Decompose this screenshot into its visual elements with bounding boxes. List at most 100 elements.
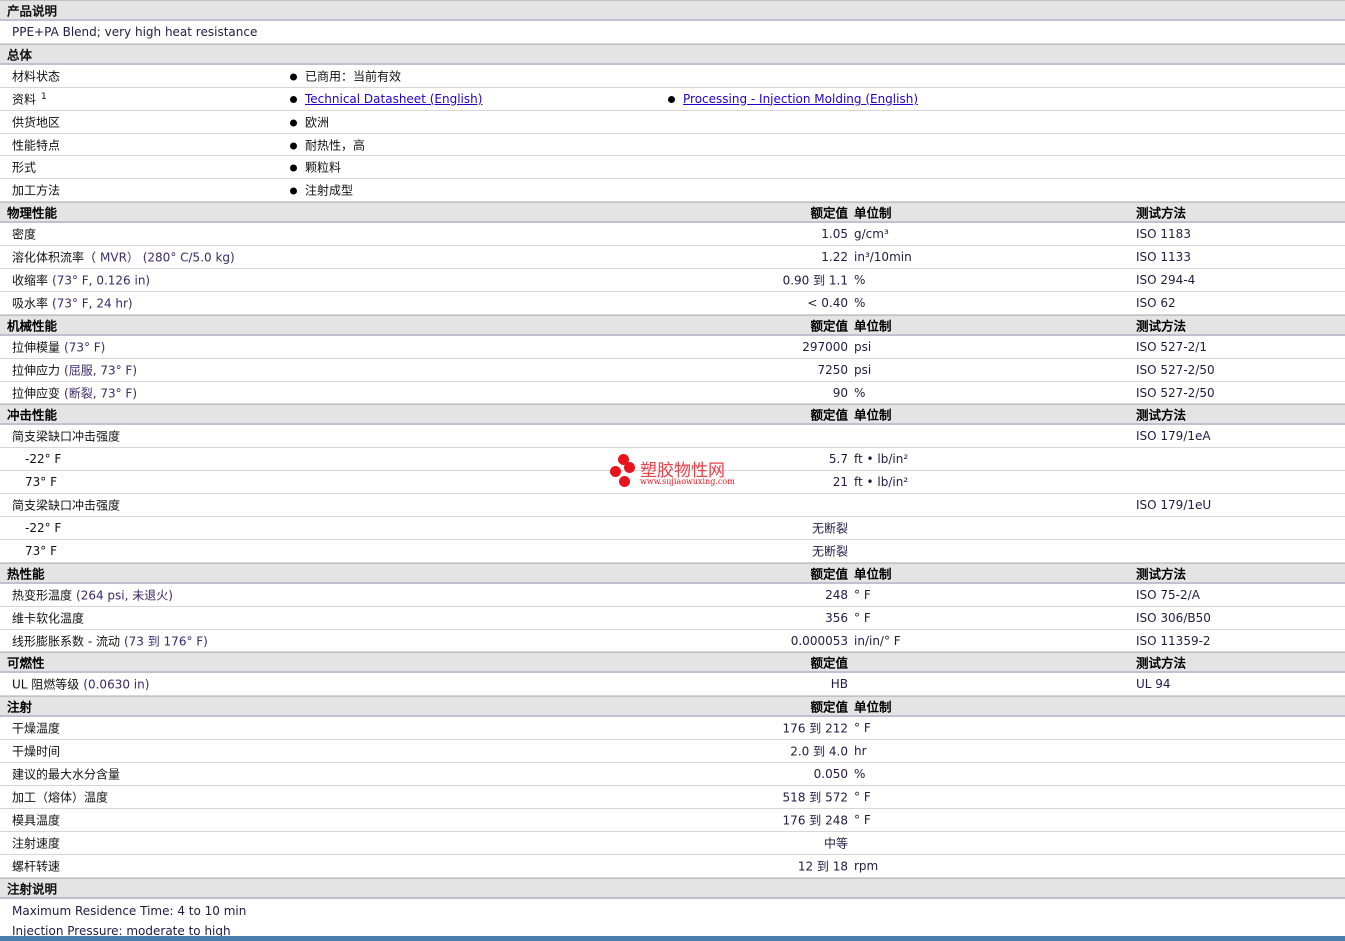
general-value: 已商用：当前有效 — [305, 69, 402, 84]
property-test-method: ISO 306/B50 — [1136, 610, 1211, 625]
general-item: 耐热性，高 — [290, 136, 365, 153]
property-unit: hr — [854, 744, 867, 759]
property-test-method: ISO 1133 — [1136, 250, 1191, 265]
bullet-icon — [668, 95, 675, 103]
property-unit: rpm — [854, 858, 879, 873]
section-header: 机械性能 额定值 单位制 测试方法 — [0, 314, 1345, 336]
section-header-general: 总体 — [0, 43, 1345, 65]
property-test-method: ISO 75-2/A — [1136, 587, 1200, 602]
property-value: 1.05 — [821, 227, 848, 242]
bullet-icon — [290, 73, 297, 81]
general-item[interactable]: Processing - Injection Molding (English) — [668, 92, 918, 106]
property-unit: ° F — [854, 587, 871, 602]
property-label: 密度 — [12, 227, 37, 242]
section-header: 可燃性 额定值 测试方法 — [0, 652, 1345, 674]
column-header-test-method: 测试方法 — [1136, 566, 1187, 582]
general-label: 材料状态 — [12, 69, 61, 84]
column-header-test-method: 测试方法 — [1136, 318, 1187, 334]
property-test-method: ISO 11359-2 — [1136, 633, 1211, 648]
property-label: -22° F — [25, 452, 62, 467]
section-header: 物理性能 额定值 单位制 测试方法 — [0, 202, 1345, 224]
property-value: 0.000053 — [790, 633, 848, 648]
general-item[interactable]: Technical Datasheet (English) — [290, 92, 482, 106]
document-link[interactable]: Processing - Injection Molding (English) — [683, 92, 918, 106]
property-unit: % — [854, 767, 866, 782]
property-test-method: ISO 179/1eA — [1136, 429, 1211, 444]
property-row: -22° F 无断裂 — [0, 517, 1345, 540]
general-row: 材料状态 已商用：当前有效 — [0, 65, 1345, 88]
bullet-icon — [290, 164, 297, 172]
property-value: 无断裂 — [811, 544, 848, 559]
property-label: 简支梁缺口冲击强度 — [12, 429, 121, 444]
property-name: 密度 — [12, 226, 36, 243]
description-text: PPE+PA Blend; very high heat resistance — [12, 24, 258, 39]
document-link[interactable]: Technical Datasheet (English) — [305, 92, 482, 106]
property-label: 维卡软化温度 — [12, 611, 85, 626]
property-row: 热变形温度 (264 psi, 未退火) 248 ° F ISO 75-2/A — [0, 584, 1345, 607]
section-title: 物理性能 — [7, 205, 58, 221]
column-header-test-method: 测试方法 — [1136, 205, 1187, 221]
property-row: 干燥温度 176 到 212 ° F — [0, 717, 1345, 741]
property-condition: (73° F) — [64, 340, 106, 355]
property-row: 拉伸应力 (屈服, 73° F) 7250 psi ISO 527-2/50 — [0, 359, 1345, 382]
property-name: 73° F — [25, 544, 57, 558]
column-header-test-method: 测试方法 — [1136, 655, 1187, 671]
column-header-value: 额定值 — [810, 205, 848, 221]
property-row: 干燥时间 2.0 到 4.0 hr — [0, 740, 1345, 764]
property-name: 热变形温度 (264 psi, 未退火) — [12, 586, 173, 603]
property-unit: % — [854, 385, 866, 400]
section-title: 产品说明 — [7, 3, 58, 19]
property-name: 线形膨胀系数 - 流动 (73 到 176° F) — [12, 632, 208, 649]
property-name: 模具温度 — [12, 811, 60, 828]
property-value: 176 到 248 — [782, 813, 848, 828]
general-value: 颗粒料 — [305, 160, 342, 175]
section-title: 注射说明 — [7, 881, 58, 897]
section-header-description: 产品说明 — [0, 0, 1345, 21]
property-label: 加工（熔体）温度 — [12, 790, 109, 805]
general-item: 颗粒料 — [290, 159, 341, 176]
property-name: -22° F — [25, 521, 61, 535]
property-value: 0.90 到 1.1 — [782, 273, 848, 288]
property-name: 73° F — [25, 475, 57, 489]
property-name: 拉伸模量 (73° F) — [12, 338, 105, 355]
general-value: 注射成型 — [305, 183, 354, 198]
section-title: 机械性能 — [7, 318, 58, 334]
property-unit: psi — [854, 362, 872, 377]
property-label: 线形膨胀系数 - 流动 — [12, 634, 120, 649]
column-header-value: 额定值 — [810, 699, 848, 715]
property-row: 吸水率 (73° F, 24 hr) < 0.40% ISO 62 — [0, 292, 1345, 315]
section-title: 注射 — [7, 699, 33, 715]
property-test-method: ISO 1183 — [1136, 227, 1191, 242]
watermark-url: www.sujiaowuxing.com — [640, 477, 735, 486]
property-row: 简支梁缺口冲击强度 ISO 179/1eA — [0, 425, 1345, 449]
property-row: 加工（熔体）温度 518 到 572 ° F — [0, 786, 1345, 809]
watermark-logo: 塑胶物性网 www.sujiaowuxing.com — [610, 452, 750, 492]
general-label: 供货地区 — [12, 115, 61, 130]
column-header-unit: 单位制 — [854, 407, 892, 423]
property-value: 7250 — [817, 362, 848, 377]
general-label: 性能特点 — [12, 138, 61, 152]
general-row: 性能特点 耐热性，高 — [0, 134, 1345, 157]
property-name: 简支梁缺口冲击强度 — [12, 428, 120, 445]
property-condition: (264 psi, 未退火) — [76, 588, 173, 603]
property-value: 248 — [825, 587, 848, 602]
property-test-method: UL 94 — [1136, 677, 1171, 692]
property-name: 干燥时间 — [12, 743, 60, 760]
general-row: 形式 颗粒料 — [0, 156, 1345, 180]
column-header-unit: 单位制 — [854, 566, 892, 582]
general-row: 资料 1 Technical Datasheet (English) Processi… — [0, 88, 1345, 111]
property-unit: ft • lb/in² — [854, 452, 909, 467]
general-label: 加工方法 — [12, 183, 61, 198]
property-label: 注射速度 — [12, 836, 61, 851]
property-condition: MVR） (280° C/5.0 kg) — [100, 250, 235, 265]
general-item: 已商用：当前有效 — [290, 67, 401, 84]
property-name: 建议的最大水分含量 — [12, 766, 120, 783]
property-value: 中等 — [823, 836, 848, 851]
property-name: 溶化体积流率（ MVR） (280° C/5.0 kg) — [12, 249, 235, 266]
property-label: UL 阻燃等级 — [12, 677, 80, 692]
property-test-method: ISO 527-2/1 — [1136, 339, 1207, 354]
property-test-method: ISO 294-4 — [1136, 272, 1196, 287]
property-row: 收缩率 (73° F, 0.126 in) 0.90 到 1.1% ISO 294-4 — [0, 269, 1345, 292]
property-value: 2.0 到 4.0 — [790, 744, 848, 759]
property-label: 73° F — [25, 475, 57, 490]
